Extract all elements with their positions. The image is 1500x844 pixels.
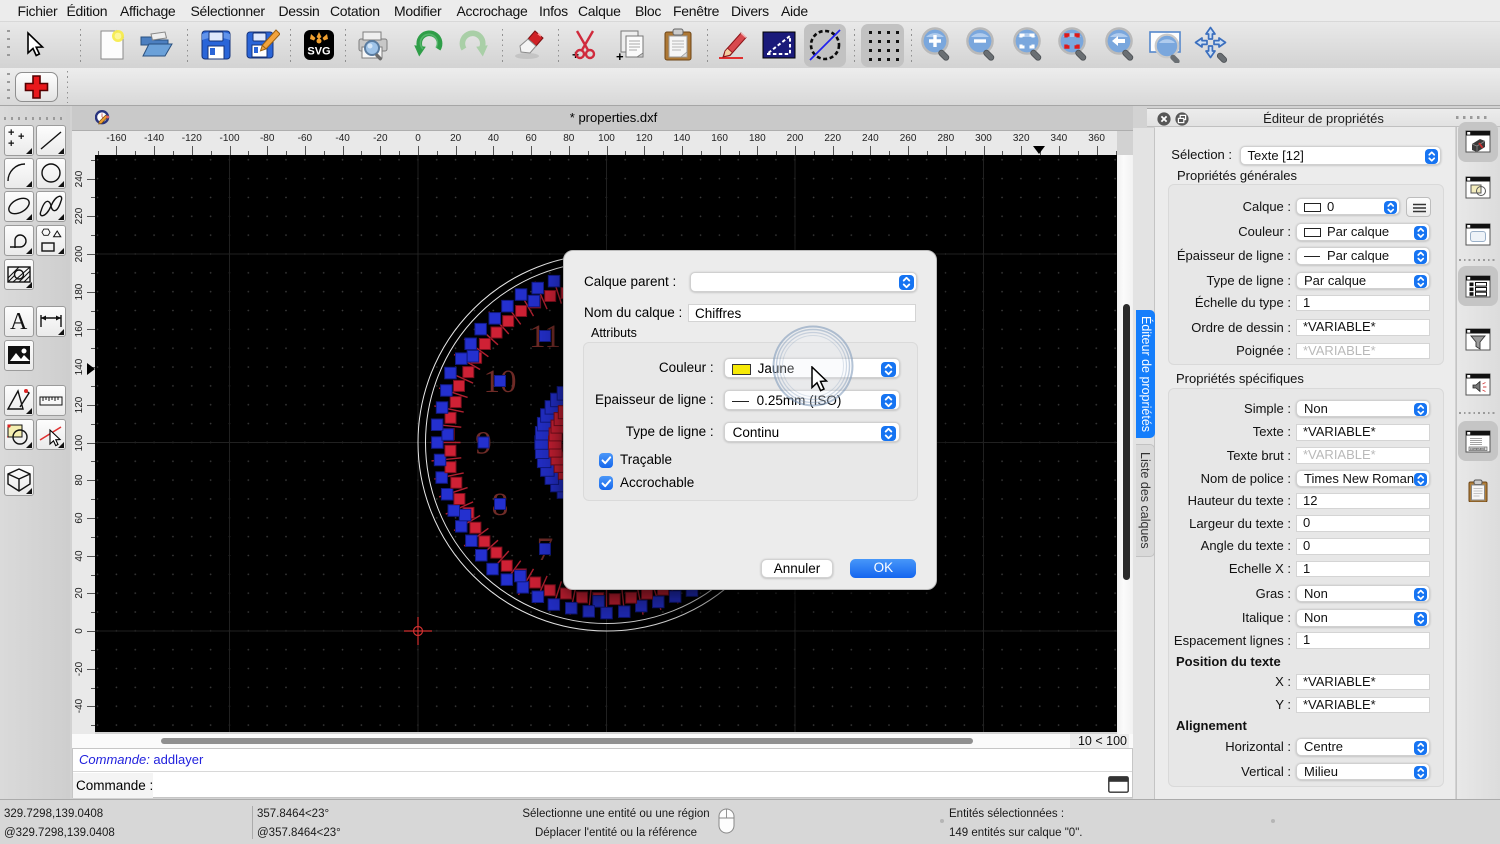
svg-text:A: A (10, 309, 28, 335)
svg-text:SVG: SVG (307, 46, 330, 58)
svg-text:+: + (18, 131, 24, 143)
svg-text:+: + (8, 138, 14, 150)
svg-text:command: command (1470, 447, 1485, 451)
